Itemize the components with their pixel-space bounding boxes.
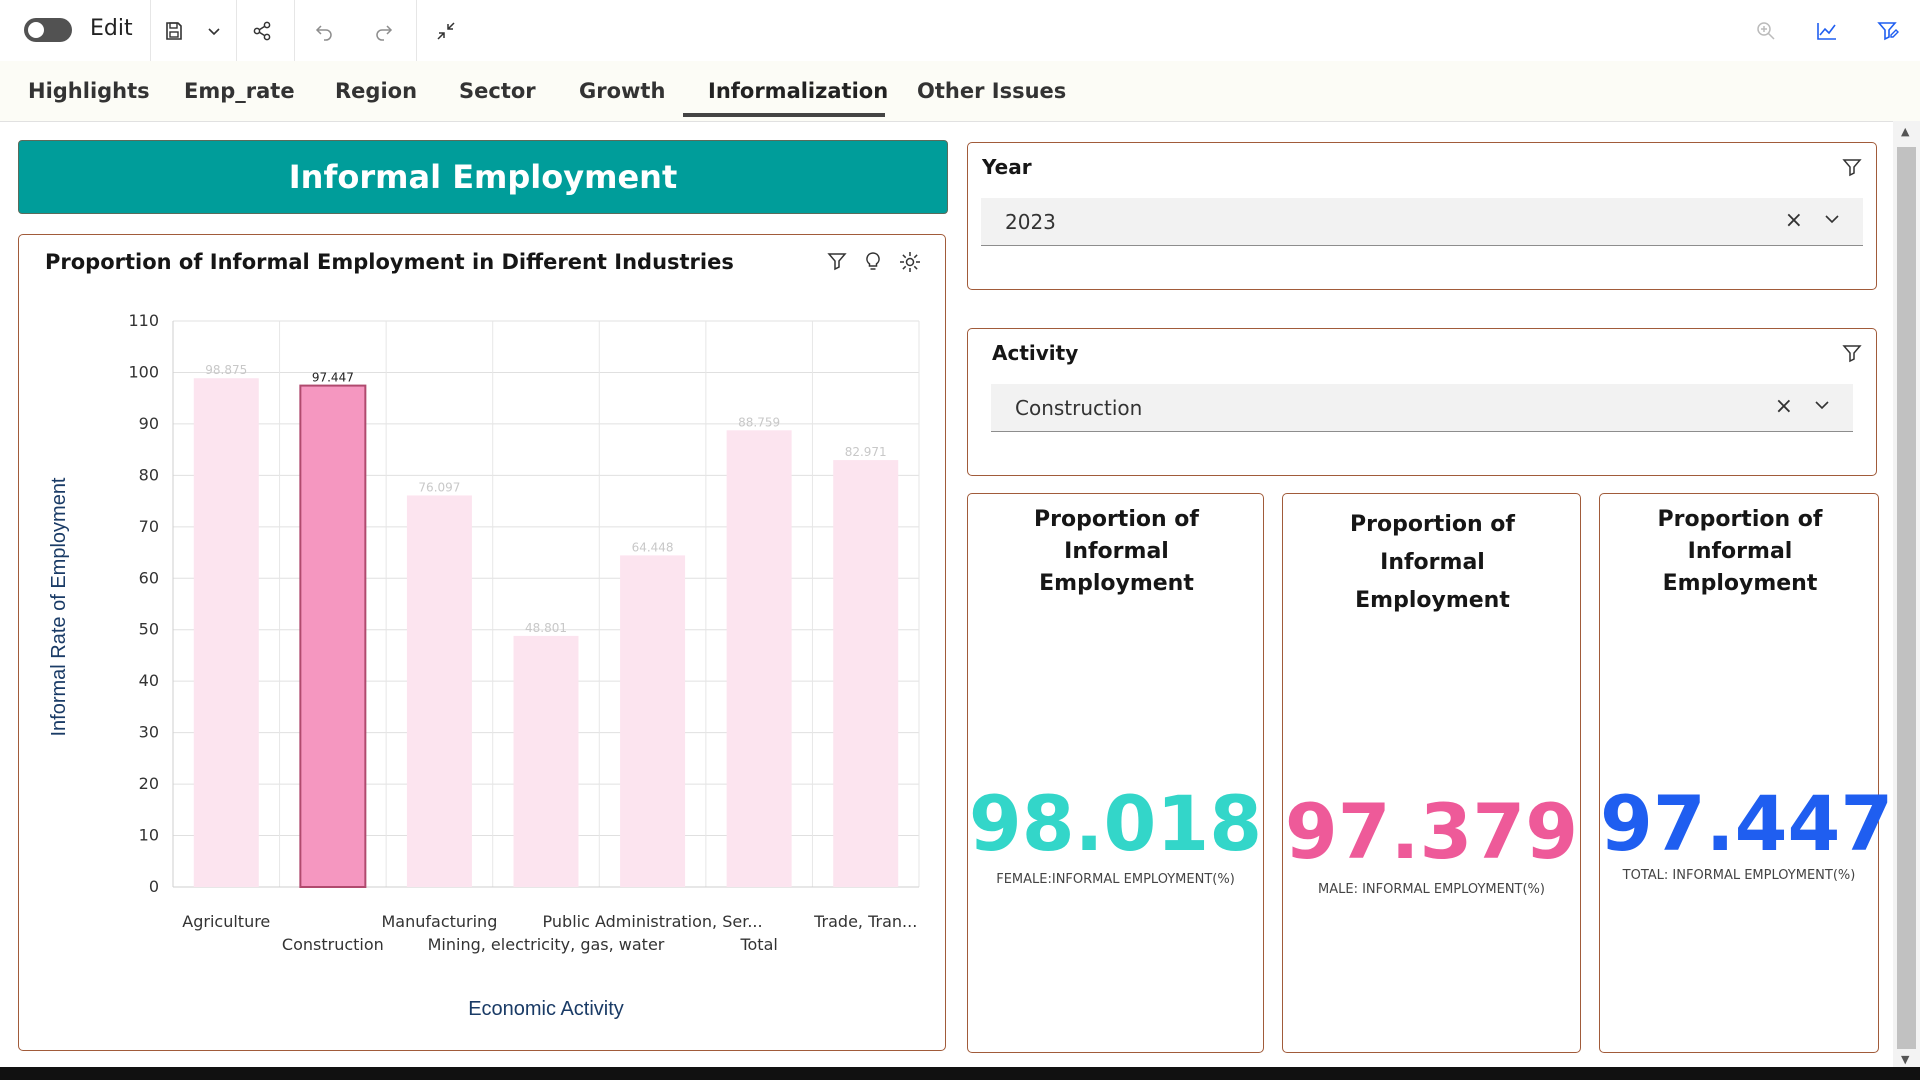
- data-label: 64.448: [632, 540, 674, 554]
- kpi-title: Proportion of Informal Employment: [1657, 507, 1823, 596]
- toolbar-divider: [236, 0, 237, 61]
- banner-title: Informal Employment: [288, 158, 678, 196]
- edit-label: Edit: [90, 16, 133, 41]
- toolbar-divider: [294, 0, 295, 61]
- tab-region[interactable]: Region: [335, 61, 417, 121]
- year-filter-title: Year: [982, 155, 1032, 179]
- y-tick-label: 20: [139, 774, 159, 793]
- data-label: 88.759: [738, 415, 780, 429]
- scroll-down-icon[interactable]: ▼: [1901, 1053, 1909, 1066]
- filter-icon[interactable]: [1842, 343, 1862, 367]
- kpi-value: 97.447: [1600, 779, 1894, 868]
- activity-filter-title: Activity: [992, 341, 1079, 365]
- kpi-value: 98.018: [968, 779, 1263, 868]
- scrollbar-thumb[interactable]: [1897, 147, 1916, 1049]
- save-icon[interactable]: [160, 0, 188, 61]
- line-chart-icon[interactable]: [1813, 0, 1841, 61]
- tab-sector[interactable]: Sector: [459, 61, 536, 121]
- chart-card: Proportion of Informal Employment in Dif…: [18, 234, 946, 1051]
- data-label: 76.097: [418, 480, 460, 494]
- x-tick-label: Public Administration, Ser...: [543, 912, 763, 931]
- bar[interactable]: [193, 378, 259, 887]
- toolbar-divider: [150, 0, 151, 61]
- clear-icon[interactable]: ×: [1785, 208, 1803, 233]
- zoom-in-icon[interactable]: [1752, 0, 1780, 61]
- chevron-down-icon[interactable]: [200, 0, 228, 61]
- toolbar-divider: [416, 0, 417, 61]
- kpi-card-male: Proportion of Informal Employment 97.379…: [1282, 493, 1581, 1053]
- bar[interactable]: [726, 430, 792, 887]
- bar[interactable]: [833, 460, 899, 887]
- kpi-label: MALE: INFORMAL EMPLOYMENT(%): [1318, 882, 1545, 897]
- bar[interactable]: [406, 495, 472, 887]
- activity-filter-card: Activity Construction ×: [967, 328, 1877, 476]
- kpi-label: FEMALE:INFORMAL EMPLOYMENT(%): [996, 872, 1235, 887]
- filter-edit-icon[interactable]: [1874, 0, 1902, 61]
- activity-select-value: Construction: [1015, 396, 1143, 420]
- x-tick-label: Construction: [282, 935, 384, 954]
- year-filter-card: Year 2023 ×: [967, 142, 1877, 290]
- x-tick-label: Manufacturing: [381, 912, 497, 931]
- x-tick-label: Mining, electricity, gas, water: [428, 935, 665, 954]
- y-tick-label: 30: [139, 723, 159, 742]
- share-icon[interactable]: [248, 0, 276, 61]
- kpi-title: Proportion of Informal Employment: [1350, 512, 1515, 613]
- filter-icon[interactable]: [1842, 157, 1862, 181]
- kpi-title: Proportion of Informal Employment: [1034, 507, 1199, 596]
- clear-icon[interactable]: ×: [1775, 394, 1793, 419]
- y-tick-label: 50: [139, 620, 159, 639]
- bottom-bar: [0, 1067, 1920, 1080]
- kpi-card-female: Proportion of Informal Employment 98.018…: [967, 493, 1264, 1053]
- bar[interactable]: [513, 635, 579, 887]
- y-tick-label: 100: [128, 362, 159, 381]
- y-tick-label: 90: [139, 414, 159, 433]
- year-select-value: 2023: [1005, 210, 1056, 234]
- y-tick-label: 110: [128, 311, 159, 330]
- data-label: 97.447: [312, 371, 354, 385]
- data-label: 98.875: [205, 363, 247, 377]
- tab-other-issues[interactable]: Other Issues: [917, 61, 1066, 121]
- tab-highlights[interactable]: Highlights: [28, 61, 150, 121]
- x-tick-label: Agriculture: [182, 912, 270, 931]
- tab-bar: Highlights Emp_rate Region Sector Growth…: [0, 61, 1920, 122]
- vertical-scrollbar[interactable]: ▲ ▼: [1893, 121, 1920, 1067]
- x-tick-label: Trade, Tran...: [813, 912, 917, 931]
- kpi-value: 97.379: [1284, 787, 1579, 876]
- toggle-knob: [28, 22, 44, 38]
- y-tick-label: 80: [139, 465, 159, 484]
- tab-informalization[interactable]: Informalization: [708, 61, 888, 121]
- bar-chart: 0 10 20 30 40 50 60 70 80 90 100 110 98.875 Agricultu…: [48, 311, 920, 1020]
- data-label: 82.971: [845, 445, 887, 459]
- chevron-down-icon[interactable]: [1823, 210, 1841, 232]
- chevron-down-icon[interactable]: [1813, 396, 1831, 418]
- x-tick-label: Total: [739, 935, 777, 954]
- active-tab-indicator: [683, 113, 885, 117]
- y-tick-label: 40: [139, 671, 159, 690]
- activity-select[interactable]: Construction ×: [991, 384, 1853, 432]
- page-banner: Informal Employment: [18, 140, 948, 214]
- y-tick-label: 0: [149, 877, 159, 896]
- edit-toggle[interactable]: [24, 18, 72, 42]
- kpi-card-total: Proportion of Informal Employment 97.447…: [1599, 493, 1894, 1053]
- bar[interactable]: [620, 555, 686, 887]
- undo-icon[interactable]: [310, 0, 338, 61]
- year-select[interactable]: 2023 ×: [981, 198, 1863, 246]
- scroll-up-icon[interactable]: ▲: [1901, 125, 1909, 138]
- y-axis-label: Informal Rate of Employment: [48, 477, 70, 736]
- x-axis-label: Economic Activity: [468, 998, 624, 1020]
- top-toolbar: Edit: [0, 0, 1920, 62]
- y-tick-label: 10: [139, 826, 159, 845]
- y-tick-label: 70: [139, 517, 159, 536]
- y-tick-label: 60: [139, 568, 159, 587]
- tab-growth[interactable]: Growth: [579, 61, 665, 121]
- tab-emp-rate[interactable]: Emp_rate: [184, 61, 295, 121]
- data-label: 48.801: [525, 621, 567, 635]
- collapse-icon[interactable]: [432, 0, 460, 61]
- bar[interactable]: [299, 384, 367, 889]
- kpi-label: TOTAL: INFORMAL EMPLOYMENT(%): [1622, 868, 1856, 883]
- redo-icon[interactable]: [370, 0, 398, 61]
